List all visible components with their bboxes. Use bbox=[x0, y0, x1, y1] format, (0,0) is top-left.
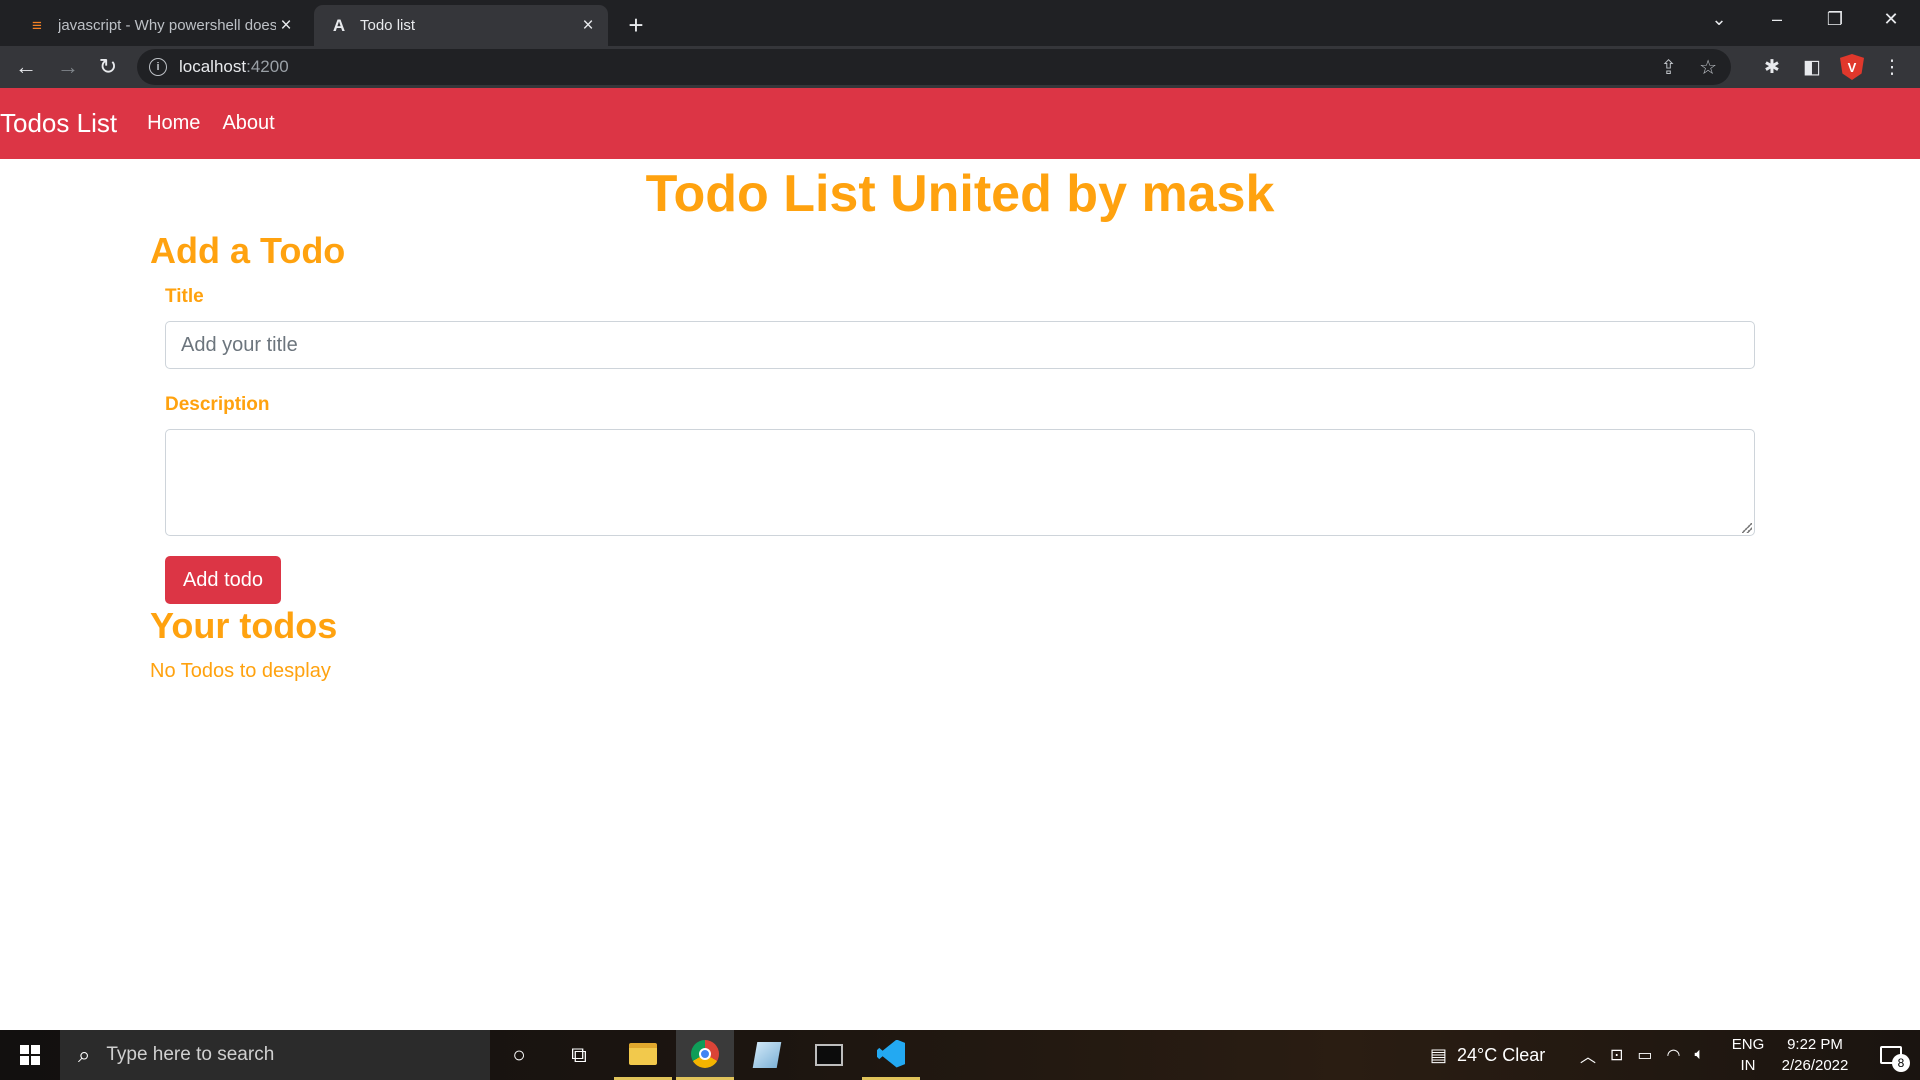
tab-title: Todo list bbox=[360, 17, 416, 34]
share-icon[interactable]: ⇪ bbox=[1660, 55, 1677, 80]
navbar-brand[interactable]: Todos List bbox=[0, 108, 117, 139]
clock-date: 2/26/2022 bbox=[1781, 1057, 1849, 1074]
region-code: IN bbox=[1740, 1057, 1756, 1074]
weather-widget[interactable]: ▤ 24°C Clear bbox=[1430, 1030, 1545, 1080]
meet-now-icon[interactable]: ⊡ bbox=[1610, 1045, 1623, 1065]
notification-count: 8 bbox=[1892, 1054, 1910, 1072]
your-todos-heading: Your todos bbox=[150, 605, 338, 646]
folder-icon bbox=[629, 1042, 657, 1065]
notes-app[interactable] bbox=[738, 1030, 796, 1080]
app-navbar: Todos List Home About bbox=[0, 88, 1920, 159]
taskbar-clock[interactable]: 9:22 PM 2/26/2022 bbox=[1770, 1034, 1860, 1076]
forward-button[interactable]: → bbox=[52, 51, 84, 83]
close-window-button[interactable]: ✕ bbox=[1862, 0, 1920, 38]
new-tab-button[interactable]: + bbox=[620, 10, 652, 40]
description-textarea[interactable] bbox=[165, 429, 1755, 536]
chrome-icon bbox=[691, 1039, 719, 1068]
action-center-button[interactable]: 8 bbox=[1862, 1030, 1920, 1080]
resize-handle-icon[interactable] bbox=[1742, 523, 1752, 533]
terminal-app[interactable] bbox=[800, 1030, 858, 1080]
close-tab-icon[interactable]: × bbox=[276, 15, 296, 36]
tab-search-icon[interactable]: ⌄ bbox=[1690, 0, 1748, 38]
battery-icon[interactable]: ▭ bbox=[1637, 1045, 1652, 1065]
tab-stackoverflow[interactable]: ≡ javascript - Why powershell does not × bbox=[12, 5, 306, 46]
windows-logo-icon bbox=[20, 1045, 40, 1065]
minimize-button[interactable]: – bbox=[1748, 0, 1806, 38]
volume-icon[interactable]: 🔈︎ bbox=[1695, 1046, 1705, 1064]
omnibox-actions: ⇪ ☆ bbox=[1660, 49, 1717, 85]
back-button[interactable]: ← bbox=[10, 51, 42, 83]
start-button[interactable] bbox=[0, 1030, 60, 1080]
news-icon: ▤ bbox=[1430, 1044, 1448, 1065]
vpn-extension-button[interactable]: V bbox=[1836, 51, 1868, 83]
notepad-icon bbox=[752, 1042, 782, 1068]
empty-todos-message: No Todos to desplay bbox=[150, 660, 331, 682]
vscode-icon bbox=[877, 1039, 905, 1068]
clock-time: 9:22 PM bbox=[1787, 1036, 1843, 1053]
side-panel-icon[interactable]: ◧ bbox=[1796, 51, 1828, 83]
url-port: :4200 bbox=[246, 57, 289, 76]
site-info-icon[interactable]: i bbox=[149, 58, 167, 76]
search-placeholder: Type here to search bbox=[106, 1044, 275, 1065]
url-text: localhost:4200 bbox=[179, 57, 289, 77]
restore-button[interactable]: ❐ bbox=[1806, 0, 1864, 38]
add-todo-heading: Add a Todo bbox=[150, 230, 346, 271]
terminal-icon bbox=[815, 1044, 843, 1066]
extensions-puzzle-icon[interactable]: ✱ bbox=[1756, 51, 1788, 83]
nav-link-about[interactable]: About bbox=[222, 112, 274, 135]
browser-toolbar: ← → ↻ i localhost:4200 ⇪ ☆ ✱ ◧ V ⋮ bbox=[0, 46, 1920, 88]
url-host: localhost bbox=[179, 57, 247, 76]
tab-todo-list[interactable]: A Todo list × bbox=[314, 5, 608, 46]
language-code: ENG bbox=[1731, 1036, 1765, 1053]
windows-taskbar: ⌕ Type here to search ○ ⧉ ▤ 24°C Clear ︿… bbox=[0, 1030, 1920, 1080]
cortana-icon[interactable]: ○ bbox=[490, 1030, 548, 1080]
vscode-app[interactable] bbox=[862, 1030, 920, 1080]
title-label: Title bbox=[165, 286, 204, 307]
address-bar[interactable]: i localhost:4200 ⇪ ☆ bbox=[137, 49, 1731, 85]
search-icon: ⌕ bbox=[78, 1042, 91, 1067]
shield-v-icon: V bbox=[1840, 54, 1864, 80]
task-view-icon[interactable]: ⧉ bbox=[550, 1030, 608, 1080]
browser-menu-icon[interactable]: ⋮ bbox=[1876, 51, 1908, 83]
add-todo-button[interactable]: Add todo bbox=[165, 556, 281, 604]
weather-text: 24°C Clear bbox=[1457, 1044, 1546, 1065]
angular-icon: A bbox=[332, 15, 346, 35]
chrome-app[interactable] bbox=[676, 1030, 734, 1080]
system-tray: ︿ ⊡ ▭ ◠ 🔈︎ bbox=[1580, 1030, 1704, 1080]
taskbar-search-box[interactable]: ⌕ Type here to search bbox=[60, 1030, 490, 1080]
browser-tab-strip: ≡ javascript - Why powershell does not ×… bbox=[0, 0, 1920, 46]
file-explorer-app[interactable] bbox=[614, 1030, 672, 1080]
description-label: Description bbox=[165, 394, 270, 415]
reload-button[interactable]: ↻ bbox=[92, 51, 124, 83]
nav-link-home[interactable]: Home bbox=[147, 112, 200, 135]
page-title: Todo List United by mask bbox=[645, 165, 1275, 223]
title-input[interactable]: Add your title bbox=[165, 321, 1755, 369]
wifi-icon[interactable]: ◠ bbox=[1667, 1045, 1681, 1065]
input-language[interactable]: ENG IN bbox=[1728, 1034, 1768, 1076]
stackoverflow-icon: ≡ bbox=[32, 15, 42, 35]
show-hidden-icons-chevron-icon[interactable]: ︿ bbox=[1580, 1043, 1596, 1067]
tab-title: javascript - Why powershell does not bbox=[58, 17, 276, 34]
close-tab-icon[interactable]: × bbox=[578, 15, 598, 36]
bookmark-star-icon[interactable]: ☆ bbox=[1699, 55, 1717, 80]
notification-icon: 8 bbox=[1880, 1046, 1910, 1072]
